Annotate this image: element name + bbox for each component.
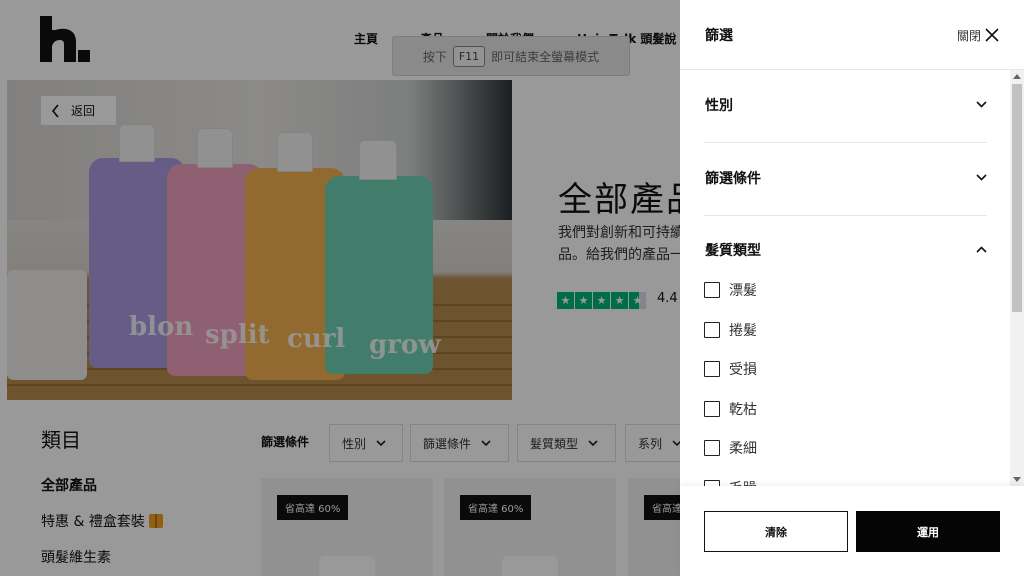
checkbox[interactable] bbox=[704, 401, 720, 417]
option-label: 漂髮 bbox=[729, 283, 757, 299]
clear-button[interactable]: 清除 bbox=[704, 511, 848, 552]
scroll-down-arrow-icon[interactable] bbox=[1013, 477, 1021, 482]
filter-panel: 篩選 關閉 性別 篩選條件 髮質類型 漂髮 捲髮 受損 乾枯 柔細 清除 運用 bbox=[680, 0, 1024, 576]
option-frizzy[interactable]: 毛躁 bbox=[704, 478, 757, 486]
option-label: 毛躁 bbox=[729, 478, 757, 486]
option-label: 柔細 bbox=[729, 441, 757, 457]
filter-panel-body: 性別 篩選條件 髮質類型 漂髮 捲髮 受損 乾枯 柔細 bbox=[680, 70, 1024, 486]
option-fine[interactable]: 柔細 bbox=[704, 438, 757, 458]
divider bbox=[704, 142, 987, 143]
filter-panel-title: 篩選 bbox=[705, 28, 733, 44]
close-icon bbox=[985, 28, 999, 42]
option-damaged[interactable]: 受損 bbox=[704, 359, 757, 379]
chevron-down-icon bbox=[976, 101, 987, 108]
modal-backdrop[interactable] bbox=[0, 0, 680, 576]
section-hair-type[interactable]: 髮質類型 bbox=[704, 236, 987, 266]
scroll-up-arrow-icon[interactable] bbox=[1013, 74, 1021, 79]
section-label: 性別 bbox=[705, 98, 733, 114]
checkbox[interactable] bbox=[704, 440, 720, 456]
chevron-up-icon bbox=[976, 246, 987, 253]
section-filter-conditions[interactable]: 篩選條件 bbox=[704, 164, 987, 194]
option-label: 受損 bbox=[729, 362, 757, 378]
chevron-down-icon bbox=[976, 174, 987, 181]
divider bbox=[704, 215, 987, 216]
apply-button[interactable]: 運用 bbox=[856, 511, 1000, 552]
filter-panel-header: 篩選 關閉 bbox=[680, 0, 1024, 70]
option-label: 捲髮 bbox=[729, 323, 757, 339]
checkbox[interactable] bbox=[704, 282, 720, 298]
option-label: 乾枯 bbox=[729, 402, 757, 418]
checkbox[interactable] bbox=[704, 322, 720, 338]
close-button-label: 關閉 bbox=[957, 28, 982, 43]
close-button[interactable]: 關閉 bbox=[957, 25, 999, 45]
option-dry[interactable]: 乾枯 bbox=[704, 399, 757, 419]
section-label: 篩選條件 bbox=[705, 171, 761, 187]
section-gender[interactable]: 性別 bbox=[704, 91, 987, 121]
checkbox[interactable] bbox=[704, 361, 720, 377]
option-curly[interactable]: 捲髮 bbox=[704, 320, 757, 340]
section-label: 髮質類型 bbox=[705, 243, 761, 259]
panel-scrollbar[interactable] bbox=[1010, 70, 1024, 486]
scrollbar-thumb[interactable] bbox=[1012, 84, 1022, 312]
filter-panel-footer: 清除 運用 bbox=[680, 486, 1024, 576]
option-bleached[interactable]: 漂髮 bbox=[704, 280, 757, 300]
